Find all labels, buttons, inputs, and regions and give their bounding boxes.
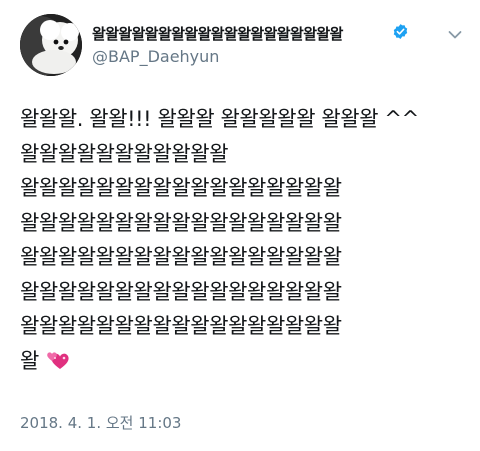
tweet-text-line: 왈왈왈왈왈왈왈왈왈왈왈왈왈왈왈왈왈 <box>20 279 342 304</box>
chevron-down-icon[interactable] <box>448 30 462 40</box>
tweet-text-line: 왈왈왈왈왈왈왈왈왈왈왈왈왈왈왈왈왈 <box>20 245 342 269</box>
tweet-timestamp[interactable]: 2018. 4. 1. 오전 11:03 <box>20 412 181 433</box>
tweet-text-line: 왈왈왈왈왈왈왈왈왈왈왈왈왈왈왈왈왈 <box>20 176 342 200</box>
verified-badge-icon <box>393 24 408 39</box>
tweet-text: 왈왈왈. 왈왈!!! 왈왈왈 왈왈왈왈왈 왈왈왈 ^^ 왈왈왈왈왈왈왈왈왈왈왈 … <box>20 102 470 378</box>
two-hearts-emoji-icon <box>47 351 69 369</box>
user-handle[interactable]: @BAP_Daehyun <box>92 47 219 66</box>
tweet-text-line: 왈왈왈왈왈왈왈왈왈왈왈 <box>20 141 229 166</box>
white-dog-avatar-icon <box>20 14 82 76</box>
display-name[interactable]: 왈왈왈왈왈왈왈왈왈왈왈왈왈왈왈왈왈왈왈 <box>92 23 343 44</box>
tweet-header: 왈왈왈왈왈왈왈왈왈왈왈왈왈왈왈왈왈왈왈 @BAP_Daehyun <box>20 14 464 78</box>
tweet-text-line: 왈왈왈왈왈왈왈왈왈왈왈왈왈왈왈왈왈 <box>20 314 342 338</box>
avatar[interactable] <box>20 14 82 76</box>
tweet-card: 왈왈왈왈왈왈왈왈왈왈왈왈왈왈왈왈왈왈왈 @BAP_Daehyun 왈왈왈. 왈왈… <box>0 0 480 451</box>
tweet-text-line: 왈왈왈. 왈왈!!! 왈왈왈 왈왈왈왈왈 왈왈왈 ^^ <box>20 107 419 131</box>
tweet-text-line: 왈왈왈왈왈왈왈왈왈왈왈왈왈왈왈왈왈 <box>20 210 342 235</box>
tweet-text-last-word: 왈 <box>20 348 39 373</box>
tweet-text-last-line: 왈 <box>20 344 470 379</box>
